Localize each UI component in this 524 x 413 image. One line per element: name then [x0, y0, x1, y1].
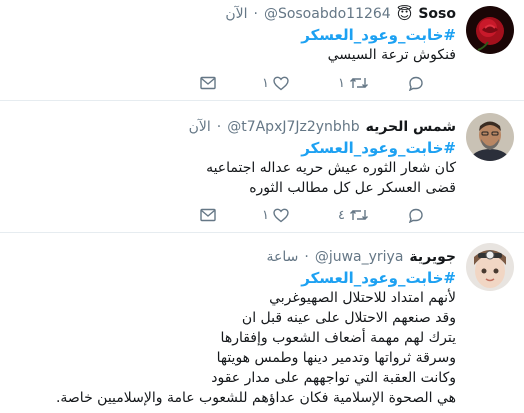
tweet[interactable]: Soso 😇 @Sosoabdo11264 · الآن #خابت_وعود_…	[0, 0, 524, 101]
like-count: ١	[262, 75, 269, 91]
envelope-icon	[200, 208, 216, 222]
timestamp[interactable]: الآن	[225, 6, 247, 22]
separator-dot: ·	[253, 6, 258, 22]
halo-emoji-icon: 😇	[396, 5, 413, 23]
display-name[interactable]: شمس الحريه	[366, 119, 456, 135]
tweet-feed: Soso 😇 @Sosoabdo11264 · الآن #خابت_وعود_…	[0, 0, 524, 413]
hashtag-link[interactable]: #خابت_وعود_العسكر	[10, 138, 456, 158]
envelope-icon	[200, 76, 216, 90]
tweet[interactable]: شمس الحريه @t7ApxJ7Jz2ynbhb · الآن #خابت…	[0, 101, 524, 233]
retweet-icon	[349, 78, 368, 88]
like-button[interactable]: ١	[262, 76, 289, 91]
tweet-text-line: وقد صنعهم الاحتلال على عينه قبل ان	[241, 310, 456, 326]
reply-icon	[408, 208, 423, 223]
tweet-actions: ١ ٤	[0, 205, 524, 225]
child-portrait-avatar[interactable]	[466, 243, 514, 291]
retweet-button[interactable]: ١	[338, 76, 369, 91]
man-portrait-avatar[interactable]	[466, 113, 514, 161]
child-portrait-icon	[466, 243, 514, 291]
retweet-button[interactable]: ٤	[338, 208, 369, 223]
tweet-actions: ١ ١	[0, 73, 524, 93]
heart-icon	[273, 208, 289, 222]
separator-dot: ·	[304, 249, 309, 265]
retweet-count: ١	[338, 75, 345, 91]
reply-button[interactable]	[404, 208, 424, 223]
tweet-text-line: وكانت العقبة التي تواجههم على مدار عقود	[211, 370, 456, 386]
tweet-text-line: كان شعار الثوره عيش حريه عداله اجتماعيه	[206, 160, 456, 176]
retweet-count: ٤	[338, 207, 345, 223]
red-rose-avatar[interactable]	[466, 6, 514, 54]
tweet[interactable]: جويرية @juwa_yriya · ساعة #خابت_وعود_الع…	[0, 233, 524, 413]
tweet-text-line: لأنهم امتداد للاحتلال الصهيوغربي	[269, 290, 456, 306]
timestamp[interactable]: ساعة	[267, 249, 299, 265]
tweet-text-line: يترك لهم مهمة أضعاف الشعوب وإفقارها	[220, 330, 456, 346]
tweet-text-line: هي الصحوة الإسلامية فكان عداؤهم للشعوب ع…	[55, 390, 456, 406]
user-handle[interactable]: @t7ApxJ7Jz2ynbhb	[227, 119, 359, 135]
hashtag-link[interactable]: #خابت_وعود_العسكر	[10, 25, 456, 45]
hashtag-link[interactable]: #خابت_وعود_العسكر	[10, 268, 456, 288]
heart-icon	[273, 76, 289, 90]
retweet-icon	[349, 210, 368, 220]
tweet-text-line: وسرقة ثرواتها وتدمير دينها وطمس هويتها	[216, 350, 456, 366]
separator-dot: ·	[216, 119, 222, 135]
dm-button[interactable]	[200, 76, 216, 90]
user-handle[interactable]: @juwa_yriya	[315, 249, 404, 265]
reply-button[interactable]	[404, 76, 424, 91]
tweet-text-line: فنكوش ترعة السيسي	[327, 47, 456, 63]
rose-icon	[466, 6, 514, 54]
display-name[interactable]: جويرية	[409, 249, 456, 265]
like-button[interactable]: ١	[262, 208, 289, 223]
like-count: ١	[262, 207, 269, 223]
man-portrait-icon	[466, 113, 514, 161]
dm-button[interactable]	[200, 208, 216, 222]
user-handle[interactable]: @Sosoabdo11264	[264, 6, 391, 22]
tweet-text-line: قضى العسكر عل كل مطالب الثوره	[249, 180, 456, 196]
reply-icon	[408, 76, 423, 91]
display-name[interactable]: Soso	[418, 6, 456, 22]
timestamp[interactable]: الآن	[189, 119, 211, 135]
